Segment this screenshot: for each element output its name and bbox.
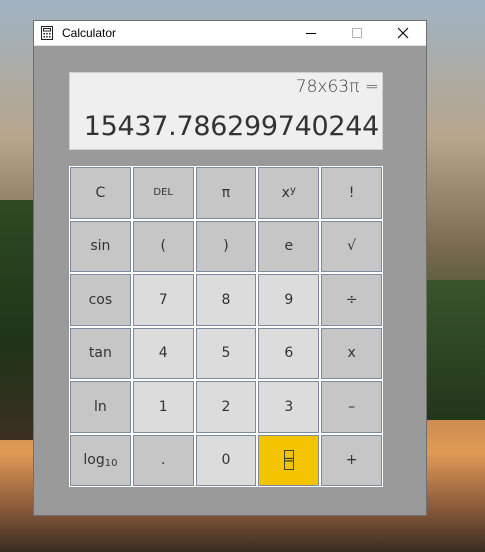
key-label: 1 bbox=[158, 398, 168, 415]
log10-button[interactable]: log 10 bbox=[70, 434, 131, 486]
log-base-label: log bbox=[83, 452, 105, 469]
key-label: cos bbox=[88, 291, 113, 308]
digit-0-button[interactable]: 0 bbox=[195, 434, 257, 486]
key-label: 3 bbox=[284, 398, 294, 415]
key-label: 2 bbox=[221, 398, 231, 415]
maximize-icon bbox=[352, 28, 362, 38]
title-bar[interactable]: Calculator bbox=[34, 21, 426, 46]
equals-label: = bbox=[283, 450, 294, 471]
e-button[interactable]: e bbox=[258, 220, 320, 272]
key-label: – bbox=[348, 398, 356, 415]
key-label: ÷ bbox=[345, 291, 358, 308]
result-text: 15437.786299740244 bbox=[83, 111, 380, 142]
divide-button[interactable]: ÷ bbox=[321, 274, 382, 326]
digit-3-button[interactable]: 3 bbox=[258, 381, 320, 433]
key-label: √ bbox=[347, 238, 357, 255]
key-label: π bbox=[221, 184, 231, 201]
tan-button[interactable]: tan bbox=[70, 327, 131, 379]
key-label: ! bbox=[348, 184, 355, 201]
key-label: . bbox=[160, 452, 166, 469]
decimal-button[interactable]: . bbox=[132, 434, 194, 486]
subtract-button[interactable]: – bbox=[321, 381, 382, 433]
ln-button[interactable]: ln bbox=[70, 381, 131, 433]
key-label: e bbox=[284, 238, 294, 255]
key-label: 7 bbox=[158, 291, 168, 308]
equals-button[interactable]: = bbox=[258, 434, 320, 486]
key-label: tan bbox=[88, 345, 112, 362]
close-paren-button[interactable]: ) bbox=[195, 220, 257, 272]
calculator-icon bbox=[39, 25, 55, 41]
calculator-display: 78x63π = 15437.786299740244 bbox=[69, 72, 383, 150]
key-label: x bbox=[347, 345, 356, 362]
cos-button[interactable]: cos bbox=[70, 274, 131, 326]
key-label: ( bbox=[160, 238, 166, 255]
delete-button[interactable]: DEL bbox=[132, 167, 194, 219]
key-label: 5 bbox=[221, 345, 231, 362]
calculator-window: Calculator 78x63π = 15437.786299740244 C… bbox=[33, 20, 427, 516]
close-icon bbox=[397, 27, 409, 39]
pi-button[interactable]: π bbox=[195, 167, 257, 219]
power-base-label: x bbox=[281, 184, 290, 201]
add-button[interactable]: + bbox=[321, 434, 382, 486]
keypad: C DEL π x y! sin() e √ cos 7 8 9 ÷ tan 4 5 6 x ln 1 2 3– log 10… bbox=[69, 166, 383, 487]
key-label: ln bbox=[94, 398, 107, 415]
open-paren-button[interactable]: ( bbox=[132, 220, 194, 272]
desktop-background-shore bbox=[425, 280, 485, 420]
key-label: 0 bbox=[221, 452, 231, 469]
digit-7-button[interactable]: 7 bbox=[132, 274, 194, 326]
minimize-icon bbox=[306, 33, 316, 34]
log-subscript-label: 10 bbox=[104, 457, 118, 469]
clear-button[interactable]: C bbox=[70, 167, 131, 219]
key-label: 4 bbox=[158, 345, 168, 362]
key-label: sin bbox=[90, 238, 111, 255]
digit-9-button[interactable]: 9 bbox=[258, 274, 320, 326]
digit-1-button[interactable]: 1 bbox=[132, 381, 194, 433]
key-label: + bbox=[345, 452, 358, 469]
sin-button[interactable]: sin bbox=[70, 220, 131, 272]
key-label: C bbox=[95, 184, 106, 201]
power-button[interactable]: xy bbox=[258, 167, 320, 219]
multiply-button[interactable]: x bbox=[321, 327, 382, 379]
minimize-button[interactable] bbox=[288, 21, 334, 45]
key-label: DEL bbox=[153, 187, 173, 199]
sqrt-button[interactable]: √ bbox=[321, 220, 382, 272]
digit-6-button[interactable]: 6 bbox=[258, 327, 320, 379]
digit-4-button[interactable]: 4 bbox=[132, 327, 194, 379]
digit-5-button[interactable]: 5 bbox=[195, 327, 257, 379]
digit-8-button[interactable]: 8 bbox=[195, 274, 257, 326]
key-label: ) bbox=[223, 238, 229, 255]
window-title: Calculator bbox=[62, 26, 117, 40]
digit-2-button[interactable]: 2 bbox=[195, 381, 257, 433]
maximize-button[interactable] bbox=[334, 21, 380, 45]
close-button[interactable] bbox=[380, 21, 426, 45]
power-exponent-label: y bbox=[289, 185, 296, 197]
key-label: 8 bbox=[221, 291, 231, 308]
factorial-button[interactable]: ! bbox=[321, 167, 382, 219]
key-label: 6 bbox=[284, 345, 294, 362]
expression-text: 78x63π = bbox=[295, 77, 379, 97]
key-label: 9 bbox=[284, 291, 294, 308]
